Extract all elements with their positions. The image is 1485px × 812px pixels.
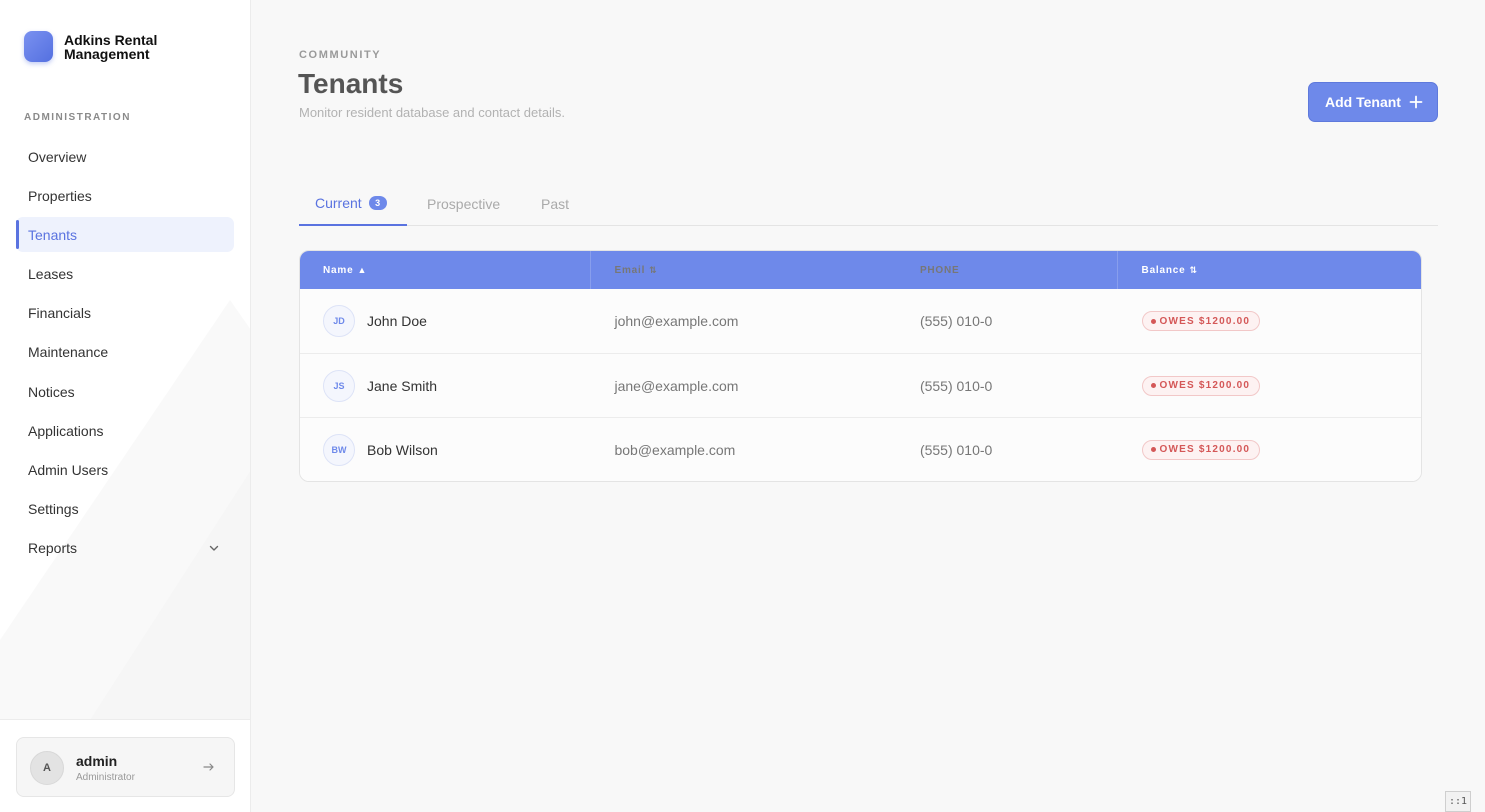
sidebar-item-label: Maintenance bbox=[28, 344, 109, 361]
sidebar-item-notices[interactable]: Notices bbox=[16, 374, 234, 409]
sort-toggle-icon: ⇅ bbox=[649, 264, 658, 275]
tab-label: Past bbox=[541, 196, 570, 212]
tab-prospective[interactable]: Prospective bbox=[427, 185, 500, 226]
sort-toggle-icon: ⇅ bbox=[1189, 264, 1198, 275]
status-dot-icon bbox=[1150, 318, 1156, 324]
table-row[interactable]: JD John Doe john@example.com (555) 010-0… bbox=[300, 289, 1421, 353]
tenant-phone: (555) 010-0 bbox=[919, 441, 993, 458]
sort-ascending-icon: ▲ bbox=[357, 265, 368, 275]
status-badge-label: OWES $1200.00 bbox=[1159, 380, 1251, 391]
sidebar-item-financials[interactable]: Financials bbox=[16, 296, 234, 331]
tab-current[interactable]: Current 3 bbox=[299, 185, 407, 226]
sidebar-item-admin-users[interactable]: Admin Users bbox=[16, 453, 234, 488]
column-header-name[interactable]: Name ▲ bbox=[300, 251, 592, 289]
sidebar-item-label: Properties bbox=[28, 187, 92, 204]
status-dot-icon bbox=[1150, 447, 1156, 452]
table-body: JD John Doe john@example.com (555) 010-0… bbox=[300, 289, 1421, 481]
tab-past[interactable]: Past bbox=[541, 185, 569, 226]
table-header: Name ▲ Email ⇅ PHONE Balance ⇅ bbox=[300, 251, 1421, 289]
status-badge: OWES $1200.00 bbox=[1141, 439, 1261, 460]
tenant-balance-cell: OWES $1200.00 bbox=[1118, 439, 1421, 460]
sidebar-item-maintenance[interactable]: Maintenance bbox=[16, 335, 234, 370]
page-eyebrow: COMMUNITY bbox=[299, 49, 382, 61]
sidebar-nav: Overview Properties Tenants Leases Finan… bbox=[16, 139, 234, 570]
plus-icon bbox=[1409, 95, 1423, 109]
user-name: admin bbox=[76, 753, 118, 769]
logout-arrow-icon[interactable] bbox=[202, 760, 216, 774]
sidebar-item-settings[interactable]: Settings bbox=[16, 492, 234, 527]
main-content: COMMUNITY Tenants Monitor resident datab… bbox=[251, 0, 1485, 812]
tenant-name[interactable]: John Doe bbox=[367, 313, 427, 329]
tenant-balance-cell: OWES $1200.00 bbox=[1118, 375, 1421, 396]
sidebar-item-label: Overview bbox=[28, 148, 87, 165]
tab-label: Prospective bbox=[427, 196, 501, 212]
tenant-avatar: BW bbox=[323, 433, 355, 466]
column-header-phone: PHONE bbox=[896, 251, 1118, 289]
tenant-balance-cell: OWES $1200.00 bbox=[1118, 311, 1421, 331]
user-card[interactable]: A admin Administrator bbox=[16, 737, 235, 797]
tenant-tabs: Current 3 Prospective Past bbox=[299, 185, 1438, 226]
tenant-name-cell: JS Jane Smith bbox=[300, 369, 591, 402]
nav-section-label: ADMINISTRATION bbox=[24, 112, 131, 123]
tenant-name[interactable]: Bob Wilson bbox=[367, 442, 438, 458]
add-tenant-label: Add Tenant bbox=[1325, 94, 1401, 110]
tab-count-badge: 3 bbox=[368, 196, 387, 210]
sidebar: Adkins Rental Management ADMINISTRATION … bbox=[0, 0, 251, 812]
tenant-email: john@example.com bbox=[614, 313, 739, 329]
page-title: Tenants bbox=[298, 68, 404, 99]
table-row[interactable]: BW Bob Wilson bob@example.com (555) 010-… bbox=[300, 417, 1421, 481]
sidebar-item-properties[interactable]: Properties bbox=[16, 178, 234, 213]
column-label: PHONE bbox=[919, 264, 960, 276]
sidebar-item-applications[interactable]: Applications bbox=[16, 413, 234, 448]
brand[interactable]: Adkins Rental Management bbox=[24, 31, 174, 62]
corner-indicator[interactable]: ::1 bbox=[1445, 791, 1471, 812]
tenant-avatar: JS bbox=[323, 369, 355, 402]
table-row[interactable]: JS Jane Smith jane@example.com (555) 010… bbox=[300, 353, 1421, 417]
add-tenant-button[interactable]: Add Tenant bbox=[1308, 82, 1438, 122]
status-badge-label: OWES $1200.00 bbox=[1159, 315, 1251, 327]
column-header-balance[interactable]: Balance ⇅ bbox=[1118, 251, 1421, 289]
user-panel: A admin Administrator bbox=[0, 719, 250, 812]
avatar: A bbox=[30, 751, 64, 785]
column-label: Name bbox=[323, 264, 354, 276]
column-label: Balance bbox=[1141, 264, 1186, 276]
column-label: Email bbox=[614, 264, 646, 276]
status-badge-label: OWES $1200.00 bbox=[1159, 444, 1251, 455]
brand-name: Adkins Rental Management bbox=[64, 31, 158, 62]
column-header-email[interactable]: Email ⇅ bbox=[591, 251, 895, 289]
tenant-name[interactable]: Jane Smith bbox=[367, 378, 437, 394]
tenant-avatar: JD bbox=[323, 305, 355, 337]
status-dot-icon bbox=[1150, 383, 1156, 388]
sidebar-item-label: Financials bbox=[28, 305, 92, 322]
tenant-name-cell: BW Bob Wilson bbox=[300, 433, 591, 466]
user-role: Administrator bbox=[76, 772, 135, 783]
sidebar-item-tenants[interactable]: Tenants bbox=[16, 217, 234, 253]
sidebar-item-label: Leases bbox=[28, 266, 74, 283]
sidebar-item-label: Reports bbox=[28, 540, 78, 557]
status-badge: OWES $1200.00 bbox=[1141, 311, 1261, 331]
status-badge: OWES $1200.00 bbox=[1141, 375, 1261, 396]
sidebar-item-label: Applications bbox=[28, 422, 104, 439]
tenant-name-cell: JD John Doe bbox=[300, 305, 591, 337]
tenants-table: Name ▲ Email ⇅ PHONE Balance ⇅ JD John D… bbox=[299, 250, 1422, 482]
tenant-phone: (555) 010-0 bbox=[919, 313, 993, 329]
sidebar-item-label: Settings bbox=[28, 501, 79, 518]
sidebar-item-label: Admin Users bbox=[28, 462, 109, 478]
brand-logo-icon bbox=[24, 31, 53, 62]
tenant-email: bob@example.com bbox=[614, 441, 736, 458]
sidebar-item-reports[interactable]: Reports bbox=[16, 531, 234, 566]
chevron-down-icon bbox=[209, 545, 219, 551]
tab-label: Current bbox=[315, 195, 362, 211]
sidebar-item-overview[interactable]: Overview bbox=[16, 139, 234, 174]
page-subtitle: Monitor resident database and contact de… bbox=[299, 105, 565, 120]
sidebar-item-label: Notices bbox=[28, 383, 75, 400]
tenant-phone: (555) 010-0 bbox=[919, 377, 993, 394]
sidebar-item-label: Tenants bbox=[28, 226, 78, 243]
tenant-email: jane@example.com bbox=[614, 377, 739, 394]
sidebar-item-leases[interactable]: Leases bbox=[16, 257, 234, 292]
